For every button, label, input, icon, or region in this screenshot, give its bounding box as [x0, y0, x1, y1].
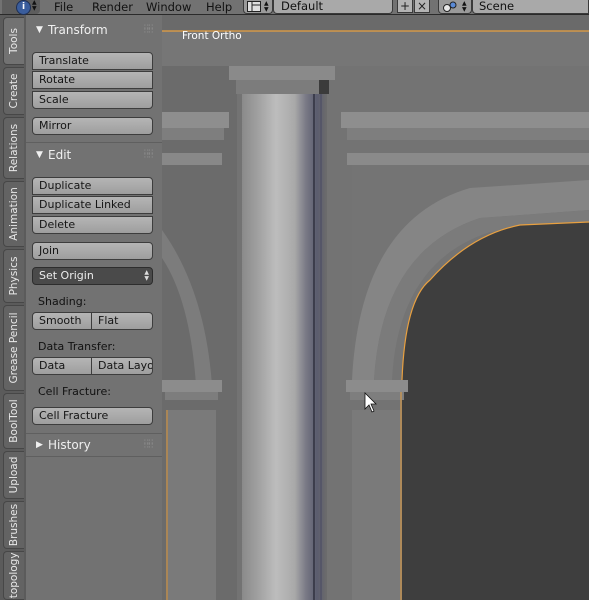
triangle-down-icon: ▼ [36, 150, 43, 160]
chevron-updown-icon: ▲ ▼ [32, 0, 37, 12]
scene-icon [443, 1, 457, 12]
divider [26, 456, 162, 457]
triangle-down-icon: ▼ [36, 25, 43, 35]
tab-upload[interactable]: Upload [3, 451, 24, 499]
tab-label: Animation [8, 187, 20, 241]
scale-button[interactable]: Scale [32, 91, 153, 109]
mirror-button[interactable]: Mirror [32, 117, 153, 135]
x-icon[interactable]: × [414, 0, 430, 13]
menu-file[interactable]: File [54, 0, 73, 14]
tool-shelf-tabs: Tools Create Relations Animation Physics… [0, 15, 27, 600]
tab-label: BoolTool [8, 399, 20, 443]
screen-layout-icon [247, 1, 261, 12]
tab-label: Retopology [8, 552, 20, 600]
smooth-button[interactable]: Smooth [32, 312, 92, 330]
transform-panel-header[interactable]: ▼ Transform ∷∷ ∷∷ [26, 20, 162, 42]
menu-help[interactable]: Help [206, 0, 232, 14]
shading-label: Shading: [38, 295, 87, 308]
tab-label: Physics [8, 256, 20, 296]
data-layout-button[interactable]: Data Layo [91, 357, 153, 375]
chevron-updown-icon: ▲ ▼ [264, 0, 269, 13]
tab-create[interactable]: Create [3, 67, 24, 115]
duplicate-linked-button[interactable]: Duplicate Linked [32, 196, 153, 214]
chevron-updown-icon: ▲ ▼ [462, 0, 467, 13]
cell-fracture-label: Cell Fracture: [38, 385, 111, 398]
3d-viewport[interactable] [162, 15, 589, 600]
tab-grease-pencil[interactable]: Grease Pencil [3, 305, 24, 391]
tab-tools[interactable]: Tools [3, 17, 24, 65]
tab-label: Upload [8, 456, 20, 494]
chevron-updown-icon: ▲ ▼ [144, 269, 149, 282]
menu-render[interactable]: Render [92, 0, 133, 14]
viewport-view-label: Front Ortho [182, 30, 242, 42]
tab-label: Tools [8, 28, 20, 54]
viewport-scene [162, 15, 589, 600]
cell-fracture-button[interactable]: Cell Fracture [32, 407, 153, 425]
divider [26, 142, 162, 143]
scene-field[interactable]: Scene [472, 0, 589, 14]
delete-button[interactable]: Delete [32, 216, 153, 234]
translate-button[interactable]: Translate [32, 52, 153, 70]
triangle-right-icon: ▶ [36, 440, 43, 450]
edit-panel-header[interactable]: ▼ Edit ∷∷ ∷∷ [26, 145, 162, 167]
screen-layout-selector[interactable]: ▲ ▼ [243, 0, 273, 14]
divider [26, 433, 162, 434]
drag-grip-icon[interactable]: ∷∷ ∷∷ [144, 24, 153, 35]
drag-grip-icon[interactable]: ∷∷ ∷∷ [144, 439, 153, 450]
panel-title: Transform [48, 23, 108, 37]
tab-label: Create [8, 73, 20, 109]
data-transfer-label: Data Transfer: [38, 340, 116, 353]
tab-label: Grease Pencil [8, 312, 20, 384]
set-origin-dropdown[interactable]: Set Origin ▲ ▼ [32, 267, 153, 285]
tab-relations[interactable]: Relations [3, 117, 24, 179]
tab-label: Relations [8, 123, 20, 173]
tool-shelf-panel: ▼ Transform ∷∷ ∷∷ Translate Rotate Scale … [26, 15, 164, 600]
top-menu-bar: i ▲ ▼ File Render Window Help ▲ ▼ Default … [0, 0, 589, 15]
screen-layout-field[interactable]: Default [273, 0, 393, 14]
tab-retopology[interactable]: Retopology [3, 551, 24, 600]
tab-animation[interactable]: Animation [3, 181, 24, 247]
data-button[interactable]: Data [32, 357, 92, 375]
info-icon: i [16, 0, 31, 15]
editor-type-button[interactable]: i ▲ ▼ [2, 0, 40, 15]
history-panel-header[interactable]: ▶ History ∷∷ ∷∷ [26, 435, 162, 457]
join-button[interactable]: Join [32, 242, 153, 260]
panel-title: Edit [48, 148, 72, 162]
dropdown-label: Set Origin [39, 269, 94, 282]
tab-brushes[interactable]: Brushes [3, 501, 24, 549]
tab-booltool[interactable]: BoolTool [3, 393, 24, 449]
flat-button[interactable]: Flat [91, 312, 153, 330]
menu-window[interactable]: Window [146, 0, 191, 14]
duplicate-button[interactable]: Duplicate [32, 177, 153, 195]
tab-physics[interactable]: Physics [3, 249, 24, 303]
scene-selector[interactable]: ▲ ▼ [438, 0, 472, 14]
panel-title: History [48, 438, 91, 452]
plus-icon[interactable]: + [397, 0, 413, 13]
tab-label: Brushes [8, 503, 20, 547]
rotate-button[interactable]: Rotate [32, 71, 153, 89]
drag-grip-icon[interactable]: ∷∷ ∷∷ [144, 149, 153, 160]
